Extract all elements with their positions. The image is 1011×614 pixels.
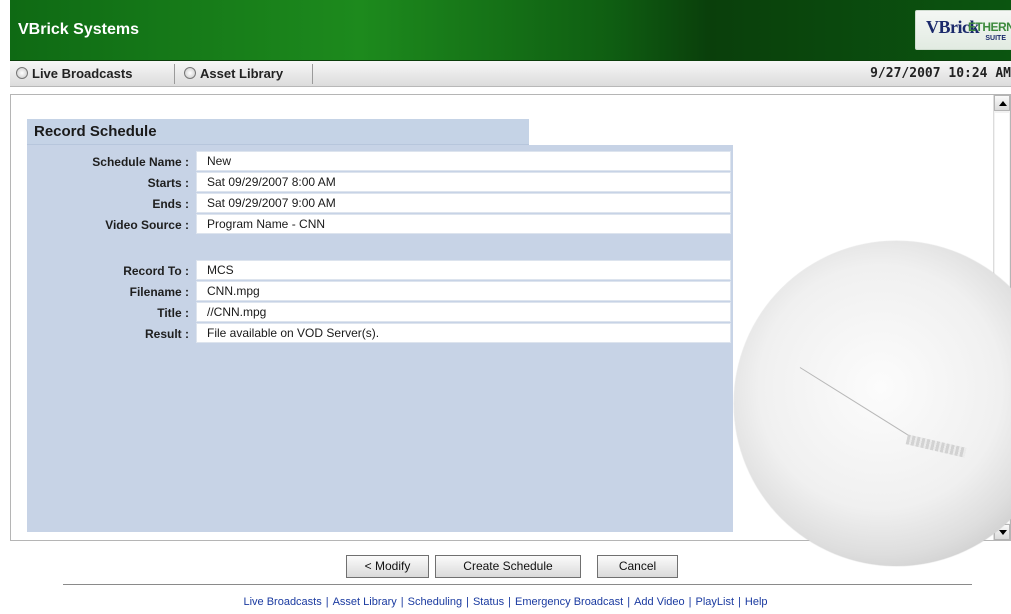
logo-suite-text: SUITE: [985, 35, 1006, 42]
field-value: CNN.mpg: [196, 281, 731, 301]
modify-button[interactable]: < Modify: [346, 555, 429, 578]
field-row: Ends : Sat 09/29/2007 9:00 AM: [27, 193, 733, 213]
cancel-button[interactable]: Cancel: [597, 555, 678, 578]
footer-link-scheduling[interactable]: Scheduling: [408, 596, 462, 608]
scroll-up-icon[interactable]: [994, 95, 1010, 111]
nav-bar: Live Broadcasts Asset Library 9/27/2007 …: [10, 61, 1011, 87]
field-row: Title : //CNN.mpg: [27, 302, 733, 322]
footer-links: Live Broadcasts | Asset Library | Scheduling…: [0, 596, 1011, 608]
footer-separator: |: [508, 596, 511, 608]
tab-label: Asset Library: [200, 66, 284, 81]
logo-sub-text: ETHERNETV: [968, 20, 1011, 34]
field-value: //CNN.mpg: [196, 302, 731, 322]
tab-live-broadcasts[interactable]: Live Broadcasts: [16, 61, 132, 86]
field-label: Ends :: [152, 197, 189, 211]
footer-link-emergency-broadcast[interactable]: Emergency Broadcast: [515, 596, 623, 608]
field-value: File available on VOD Server(s).: [196, 323, 731, 343]
footer-divider: [63, 584, 972, 585]
footer-separator: |: [466, 596, 469, 608]
footer-separator: |: [400, 596, 404, 608]
footer-link-playlist[interactable]: PlayList: [696, 596, 735, 608]
field-row: Result : File available on VOD Server(s)…: [27, 323, 733, 343]
disc-label: [905, 434, 967, 458]
field-row: Video Source : Program Name - CNN: [27, 214, 733, 234]
footer-separator: |: [627, 596, 631, 608]
field-label: Video Source :: [105, 218, 189, 232]
field-value: Program Name - CNN: [196, 214, 731, 234]
disc-line: [799, 367, 911, 437]
field-row: Schedule Name : New: [27, 151, 733, 171]
footer-separator: |: [738, 596, 741, 608]
field-label: Schedule Name :: [92, 155, 189, 169]
app-window: VBrick Systems VBrick ETHERNETV SUITE Li…: [0, 0, 1011, 614]
field-label: Record To :: [123, 264, 189, 278]
footer-separator: |: [688, 596, 692, 608]
footer-link-add-video[interactable]: Add Video: [634, 596, 685, 608]
app-title: VBrick Systems: [18, 21, 139, 38]
field-value: New: [196, 151, 731, 171]
field-label: Result :: [144, 327, 189, 341]
tab-label: Live Broadcasts: [32, 66, 133, 81]
field-value: MCS: [196, 260, 731, 280]
tab-divider: [174, 64, 175, 84]
record-schedule-panel: Schedule Name : New Starts : Sat 09/29/2…: [27, 145, 733, 532]
header-bar: VBrick Systems VBrick ETHERNETV SUITE: [10, 0, 1011, 62]
create-schedule-button[interactable]: Create Schedule: [435, 555, 581, 578]
radio-icon: [16, 67, 28, 79]
footer-link-live-broadcasts[interactable]: Live Broadcasts: [243, 596, 321, 608]
field-row: Starts : Sat 09/29/2007 8:00 AM: [27, 172, 733, 192]
field-label: Filename :: [129, 285, 189, 299]
field-value: Sat 09/29/2007 8:00 AM: [196, 172, 731, 192]
radio-icon: [184, 67, 196, 79]
record-schedule-header: Record Schedule: [27, 119, 529, 145]
footer-link-asset-library[interactable]: Asset Library: [333, 596, 397, 608]
footer-link-status[interactable]: Status: [473, 596, 504, 608]
tab-asset-library[interactable]: Asset Library: [184, 61, 283, 86]
footer-separator: |: [325, 596, 329, 608]
field-label: Title :: [157, 306, 189, 320]
field-value: Sat 09/29/2007 9:00 AM: [196, 193, 731, 213]
page-title: Record Schedule: [34, 123, 157, 140]
field-row: Filename : CNN.mpg: [27, 281, 733, 301]
tab-divider: [312, 64, 313, 84]
vbrick-logo: VBrick ETHERNETV SUITE: [915, 10, 1011, 50]
footer-link-help[interactable]: Help: [745, 596, 768, 608]
current-datetime: 9/27/2007 10:24 AM: [870, 66, 1011, 81]
field-row: Record To : MCS: [27, 260, 733, 280]
field-label: Starts :: [147, 176, 189, 190]
